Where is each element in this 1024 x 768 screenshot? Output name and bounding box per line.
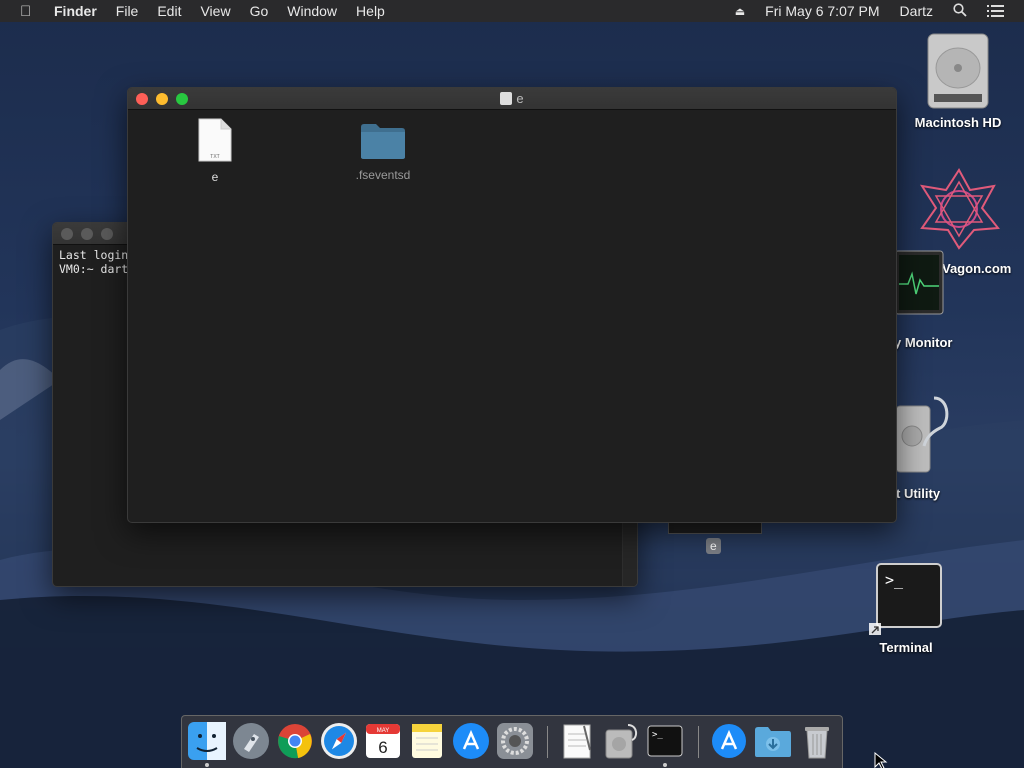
svg-text:>_: >_ [885,571,904,589]
folder-item[interactable]: .fseventsd [338,122,428,182]
desktop-icon-vagon[interactable]: Vagon.com [912,168,1024,276]
launchpad-icon[interactable] [232,722,270,760]
menu-app-name[interactable]: Finder [54,3,97,19]
minimize-button[interactable] [81,228,93,240]
finder-window[interactable]: e TXT e .fseventsd [127,87,897,523]
running-indicator [663,763,667,767]
spotlight-search-icon[interactable] [953,2,967,20]
desktop-icon-disk-utility[interactable]: t Utility [895,394,1024,501]
file-item[interactable]: TXT e [170,118,260,184]
file-type-badge: TXT [210,154,219,160]
file-name: e [211,170,219,184]
menu-edit[interactable]: Edit [157,3,181,19]
file-name: .fseventsd [355,168,411,182]
vagon-logo-icon [919,168,1000,250]
dock: MAY 6 >_ [181,715,843,768]
desktop-icon-e-label[interactable]: e [706,538,721,554]
svg-text:>_: >_ [652,730,663,740]
desktop-icon-activity-monitor[interactable]: y Monitor [894,250,1024,350]
mouse-cursor-icon [874,751,888,768]
calendar-day: 6 [378,738,387,757]
desktop-icon-terminal[interactable]: >_ Terminal [860,563,952,655]
terminal-icon[interactable]: >_ [646,722,684,760]
desktop-icon-macintosh-hd[interactable]: Macintosh HD [908,32,1008,130]
menu-file[interactable]: File [116,3,139,19]
calendar-icon[interactable]: MAY 6 [364,722,402,760]
app-store-downloads-icon[interactable] [710,722,748,760]
menu-window[interactable]: Window [287,3,337,19]
apple-menu-icon[interactable]:  [20,3,36,20]
disk-utility-icon[interactable] [602,722,640,760]
finder-icon[interactable] [188,722,226,760]
terminal-icon: >_ [869,563,942,635]
downloads-folder-icon[interactable] [754,722,792,760]
calendar-month: MAY [377,728,390,734]
dock-separator [547,726,548,758]
clock[interactable]: Fri May 6 7:07 PM [765,3,879,19]
notification-center-icon[interactable] [987,5,1004,17]
folder-icon [361,124,405,159]
hard-drive-icon [927,33,989,109]
safari-icon[interactable] [320,722,358,760]
menu-go[interactable]: Go [250,3,269,19]
running-indicator [205,763,209,767]
chrome-icon[interactable] [276,722,314,760]
system-preferences-icon[interactable] [496,722,534,760]
desktop-icon-label: Terminal [879,640,933,655]
menu-help[interactable]: Help [356,3,385,19]
desktop-icon-label: t Utility [896,486,941,501]
menu-bar:  Finder File Edit View Go Window Help ⏏… [0,0,1024,22]
dock-separator [698,726,699,758]
notes-icon[interactable] [408,722,446,760]
desktop-icon-label: y Monitor [894,335,953,350]
drive-icon [500,92,513,105]
menu-view[interactable]: View [200,3,230,19]
zoom-button[interactable] [101,228,113,240]
finder-titlebar[interactable]: e [128,88,896,110]
desktop-icon-label: Macintosh HD [914,115,1002,130]
window-title-text: e [516,91,524,106]
window-title: e [128,91,896,106]
activity-monitor-icon [894,250,944,315]
textedit-icon[interactable] [558,722,596,760]
trash-icon[interactable] [798,722,836,760]
eject-icon[interactable]: ⏏ [735,5,745,18]
user-name[interactable]: Dartz [900,3,933,19]
disk-utility-icon [895,396,949,473]
text-file-icon: TXT [198,118,232,162]
close-button[interactable] [61,228,73,240]
app-store-icon[interactable] [452,722,490,760]
